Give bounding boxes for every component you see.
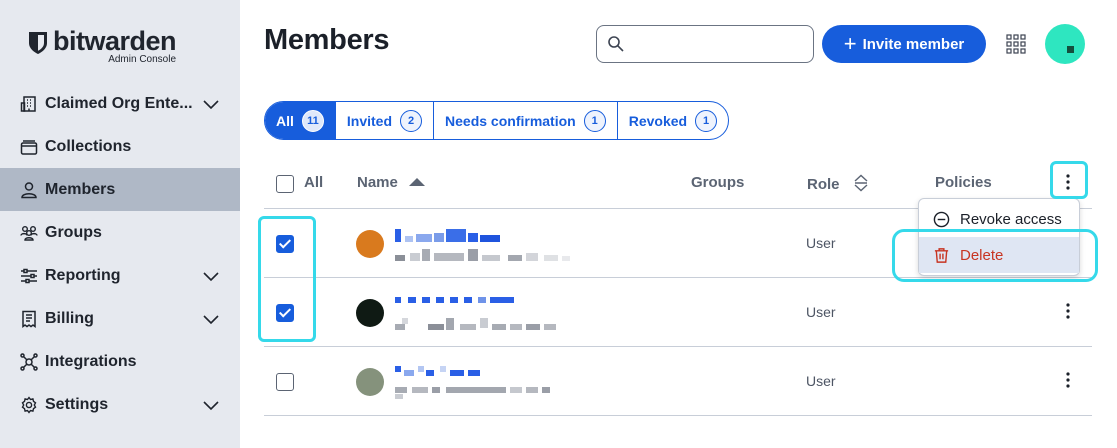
tab-label: Needs confirmation <box>445 112 576 129</box>
chevron-down-icon[interactable] <box>202 396 220 414</box>
column-header-groups: Groups <box>691 174 745 191</box>
tab-count-badge: 2 <box>400 109 423 132</box>
row-checkbox[interactable] <box>276 373 294 391</box>
sidebar-item-label: Members <box>45 180 116 198</box>
avatar <box>356 368 384 396</box>
sidebar-item-integrations[interactable]: Integrations <box>0 340 240 383</box>
integrations-icon <box>20 352 38 371</box>
tab-count-badge: 1 <box>695 109 718 132</box>
highlight-delete-option <box>892 229 1098 282</box>
user-icon <box>20 181 38 199</box>
sidebar-nav: Claimed Org Ente... Collections Members … <box>0 82 240 426</box>
shield-logo-icon <box>29 32 47 54</box>
tab-all[interactable]: All 11 <box>265 102 336 139</box>
sidebar: bitwarden Admin Console Claimed Org Ente… <box>0 0 240 448</box>
tab-count-badge: 1 <box>583 109 606 132</box>
search-box[interactable] <box>596 25 814 63</box>
tab-revoked[interactable]: Revoked 1 <box>618 102 728 139</box>
table-row[interactable]: User <box>264 278 1092 347</box>
product-switcher-grid-icon[interactable] <box>1006 34 1026 54</box>
highlight-kebab-button <box>1050 161 1088 199</box>
collections-icon <box>20 138 38 156</box>
table-row[interactable]: User <box>264 347 1092 416</box>
sidebar-item-label: Reporting <box>45 266 121 284</box>
chevron-down-icon[interactable] <box>202 310 220 328</box>
column-header-name[interactable]: Name <box>357 174 426 191</box>
gear-icon <box>20 395 38 414</box>
sort-ascending-icon <box>409 178 426 186</box>
member-status-tabs: All 11 Invited 2 Needs confirmation 1 Re… <box>264 101 730 140</box>
sidebar-item-collections[interactable]: Collections <box>0 125 240 168</box>
tab-label: Invited <box>346 112 393 129</box>
sidebar-item-label: Groups <box>45 223 102 241</box>
brand-name: bitwarden <box>53 26 177 56</box>
search-icon <box>608 36 624 52</box>
chevron-down-icon[interactable] <box>202 267 220 285</box>
minus-circle-icon <box>933 211 950 227</box>
billing-icon <box>20 310 38 328</box>
avatar <box>356 230 384 258</box>
sidebar-item-billing[interactable]: Billing <box>0 297 240 340</box>
sidebar-item-label: Settings <box>45 395 109 413</box>
sidebar-item-settings[interactable]: Settings <box>0 383 240 426</box>
sidebar-item-organization[interactable]: Claimed Org Ente... <box>0 82 240 125</box>
member-role: User <box>806 304 836 320</box>
member-role: User <box>806 235 836 251</box>
invite-member-label: Invite member <box>862 35 965 53</box>
sidebar-item-members[interactable]: Members <box>0 168 240 211</box>
select-all-label: All <box>304 174 324 191</box>
column-header-role-label: Role <box>807 176 840 193</box>
tab-invited[interactable]: Invited 2 <box>336 102 435 139</box>
search-input[interactable] <box>631 36 811 52</box>
tab-count-badge: 11 <box>301 109 324 132</box>
row-actions-kebab-icon[interactable] <box>1060 302 1076 320</box>
sidebar-item-reporting[interactable]: Reporting <box>0 254 240 297</box>
page-title: Members <box>264 24 390 56</box>
sidebar-item-label: Claimed Org Ente... <box>45 94 193 112</box>
users-icon <box>20 224 38 242</box>
avatar <box>356 299 384 327</box>
column-header-name-label: Name <box>357 174 398 191</box>
sliders-icon <box>20 267 38 285</box>
highlight-selected-checkboxes <box>258 216 316 342</box>
row-actions-kebab-icon[interactable] <box>1060 371 1076 389</box>
chevron-down-icon[interactable] <box>202 95 220 113</box>
sidebar-item-label: Collections <box>45 137 132 155</box>
tab-label: All <box>276 112 294 129</box>
revoke-access-label: Revoke access <box>960 210 1062 228</box>
invite-member-button[interactable]: + Invite member <box>822 25 986 63</box>
tab-needs-confirmation[interactable]: Needs confirmation 1 <box>434 102 618 139</box>
member-role: User <box>806 373 836 389</box>
select-all-checkbox[interactable] <box>276 175 294 193</box>
sidebar-item-label: Billing <box>45 309 94 327</box>
sort-icon <box>854 174 868 192</box>
column-header-role[interactable]: Role <box>807 174 869 193</box>
tab-label: Revoked <box>628 112 688 129</box>
account-avatar[interactable] <box>1045 24 1085 64</box>
bitwarden-logo[interactable]: bitwarden Admin Console <box>28 26 177 65</box>
building-icon <box>20 95 38 113</box>
sidebar-item-groups[interactable]: Groups <box>0 211 240 254</box>
plus-icon: + <box>843 31 857 56</box>
column-header-policies: Policies <box>935 174 992 191</box>
sidebar-item-label: Integrations <box>45 352 137 370</box>
